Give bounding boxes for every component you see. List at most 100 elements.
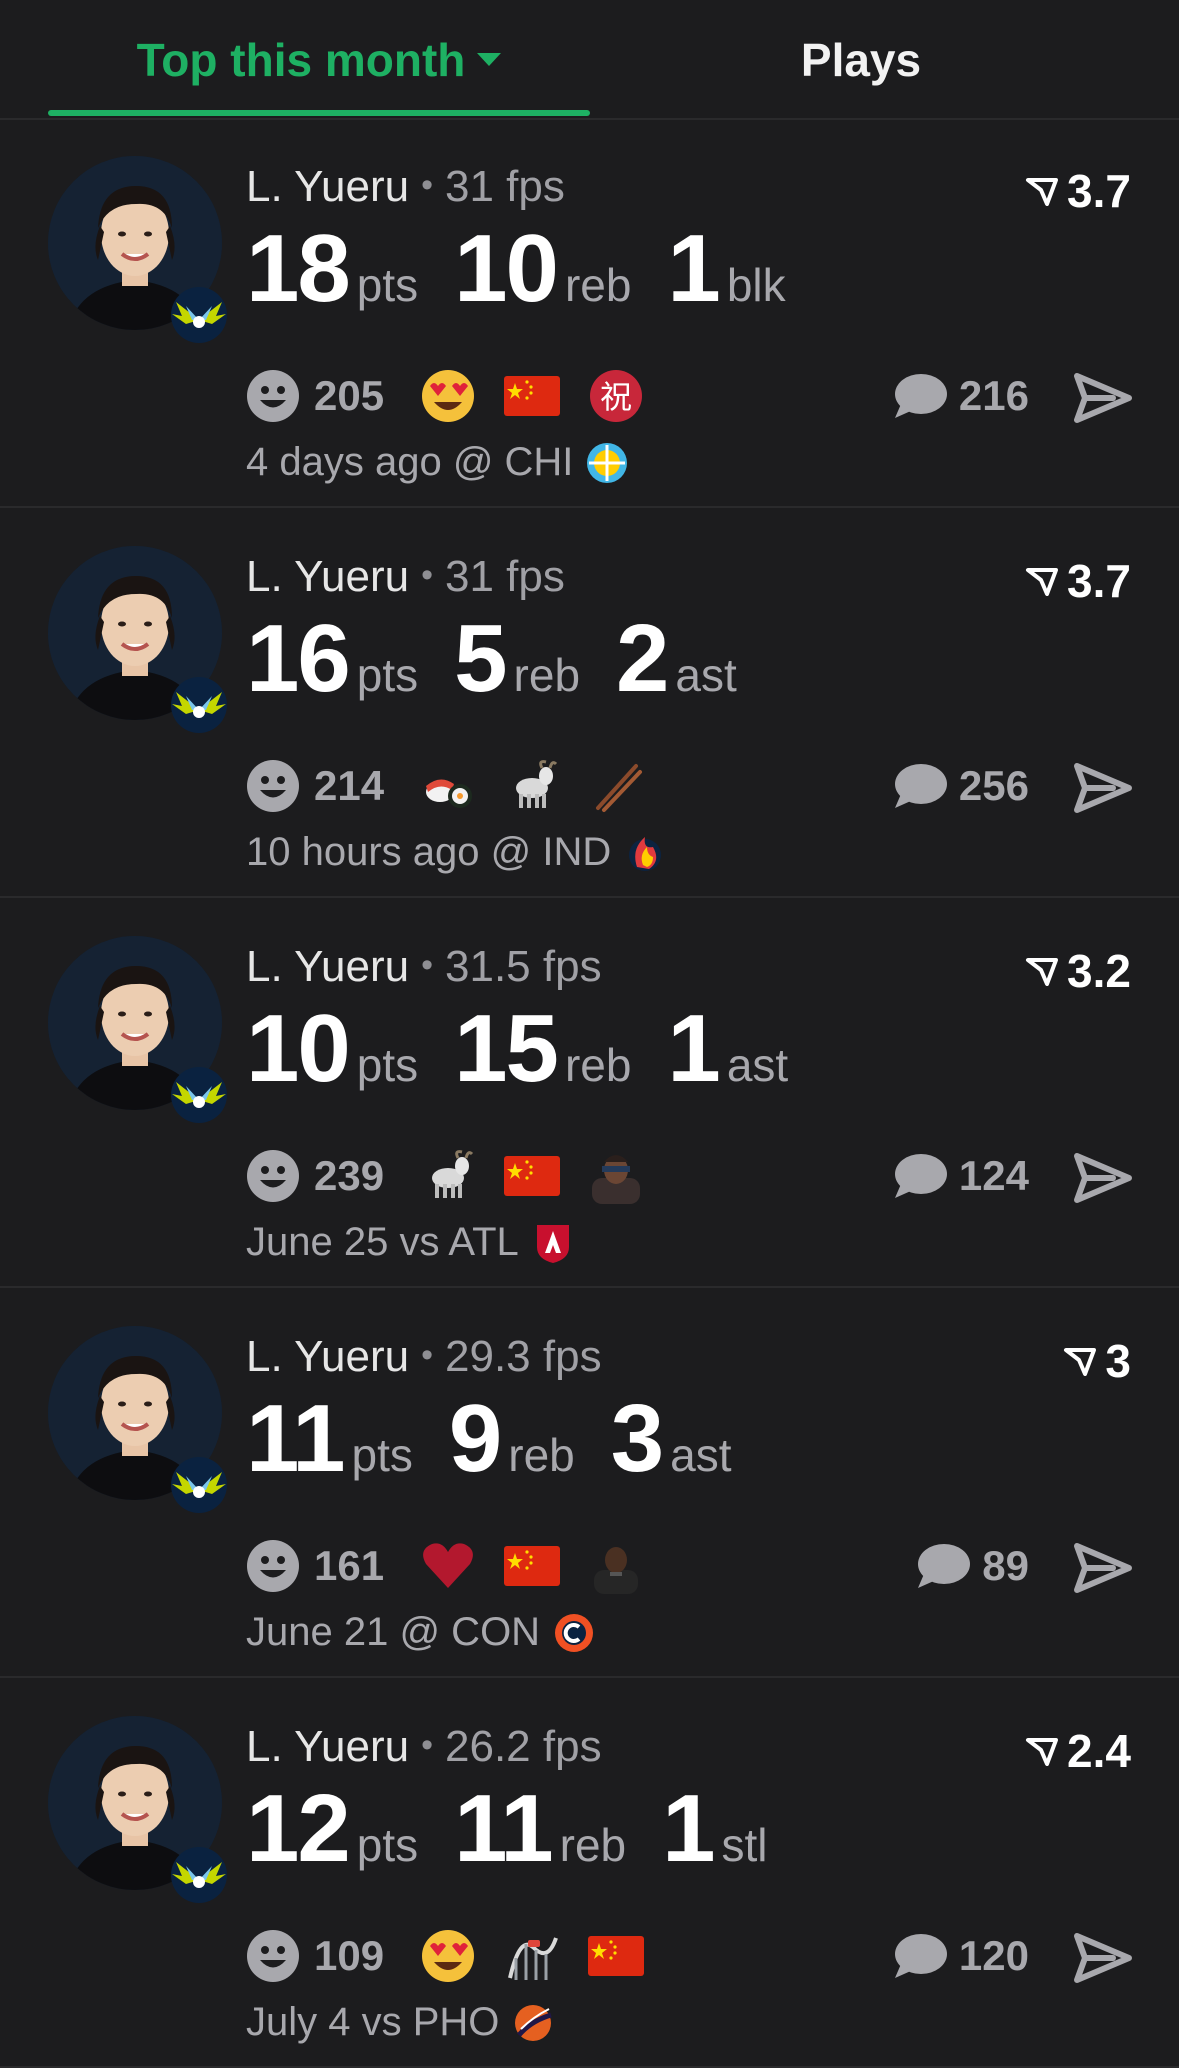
- player-headline: L. Yueru • 31 fps: [246, 552, 565, 602]
- game-meta[interactable]: June 25 vs ATL: [246, 1220, 575, 1265]
- goat-emoji[interactable]: [504, 758, 560, 814]
- tab-plays[interactable]: Plays: [590, 0, 1132, 118]
- wings-team-badge-icon: [171, 287, 227, 343]
- reactions-row: 239: [246, 1148, 672, 1204]
- rating-value: 3.7: [1067, 555, 1131, 607]
- add-reaction-icon[interactable]: [246, 759, 300, 813]
- goat-emoji[interactable]: [420, 1148, 476, 1204]
- china-flag-emoji[interactable]: [504, 1148, 561, 1204]
- wings-team-badge-icon: [171, 1457, 227, 1513]
- stat-value: 10: [454, 215, 559, 322]
- fantasy-points: 29.3 fps: [445, 1332, 602, 1381]
- player-name[interactable]: L. Yueru: [246, 1722, 409, 1771]
- player-headline: L. Yueru • 31 fps: [246, 162, 565, 212]
- separator-dot: •: [421, 556, 434, 594]
- player-name[interactable]: L. Yueru: [246, 942, 409, 991]
- ind-fever-logo-icon: [623, 831, 667, 875]
- china-flag-emoji[interactable]: [588, 1928, 645, 1984]
- comments-button[interactable]: 120: [891, 1928, 1029, 1984]
- play-card[interactable]: L. Yueru • 31.5 fps 3.2 10 pts 15 reb 1 ast 239: [0, 900, 1179, 1288]
- add-reaction-icon[interactable]: [246, 1539, 300, 1593]
- share-send-icon[interactable]: [1073, 1930, 1133, 1986]
- reaction-count[interactable]: 109: [314, 1932, 384, 1980]
- fantasy-points: 26.2 fps: [445, 1722, 602, 1771]
- share-send-icon[interactable]: [1073, 1150, 1133, 1206]
- player-name[interactable]: L. Yueru: [246, 162, 409, 211]
- reactions-row: 205 祝: [246, 368, 672, 424]
- reaction-emojis: [420, 758, 672, 814]
- stat-value: 1: [667, 995, 720, 1102]
- person-emoji[interactable]: [588, 1538, 644, 1594]
- rating-value: 3.7: [1067, 165, 1131, 217]
- atl-dream-logo-icon: [531, 1221, 575, 1265]
- rating[interactable]: 3.7: [1025, 554, 1131, 608]
- rating[interactable]: 3.7: [1025, 164, 1131, 218]
- person-blindfold-emoji[interactable]: [588, 1148, 644, 1204]
- game-meta[interactable]: July 4 vs PHO: [246, 2000, 555, 2045]
- heart-eyes-emoji[interactable]: [420, 368, 476, 424]
- active-tab-indicator: [48, 110, 590, 116]
- comment-count: 256: [958, 762, 1029, 809]
- con-sun-logo-icon: [552, 1611, 596, 1655]
- separator-dot: •: [421, 1336, 434, 1374]
- comments-button[interactable]: 256: [891, 758, 1029, 814]
- add-reaction-icon[interactable]: [246, 1929, 300, 1983]
- share-send-icon[interactable]: [1073, 370, 1133, 426]
- rating-value: 3.2: [1067, 945, 1131, 997]
- stat-label: ast: [726, 1039, 789, 1091]
- tab-top-label: Top this month: [136, 34, 466, 86]
- comment-bubble-icon: [894, 1934, 947, 1978]
- reactions-row: 214: [246, 758, 672, 814]
- share-send-icon[interactable]: [1073, 1540, 1133, 1596]
- reaction-count[interactable]: 205: [314, 372, 384, 420]
- rating-icon: [1026, 1738, 1059, 1766]
- stat-label: ast: [675, 649, 737, 701]
- rating[interactable]: 3: [1063, 1334, 1131, 1388]
- game-meta[interactable]: 10 hours ago @ IND: [246, 830, 667, 875]
- game-meta[interactable]: June 21 @ CON: [246, 1610, 596, 1655]
- play-card[interactable]: L. Yueru • 31 fps 3.7 16 pts 5 reb 2 ast 214: [0, 510, 1179, 898]
- player-name[interactable]: L. Yueru: [246, 1332, 409, 1381]
- comments-button[interactable]: 124: [891, 1148, 1029, 1204]
- roller-coaster-emoji[interactable]: [504, 1928, 560, 1984]
- stat-line: 12 pts 11 reb 1 stl: [246, 1774, 804, 1884]
- pho-mercury-logo-icon: [511, 2001, 555, 2045]
- fantasy-points: 31 fps: [445, 162, 565, 211]
- comment-bubble-icon: [918, 1544, 971, 1588]
- rating-icon: [1026, 958, 1059, 986]
- chopsticks-emoji[interactable]: [588, 758, 644, 814]
- stat-value: 18: [246, 215, 351, 322]
- play-card[interactable]: L. Yueru • 31 fps 3.7 18 pts 10 reb 1 blk 205 祝: [0, 120, 1179, 508]
- wings-team-badge-icon: [171, 677, 227, 733]
- game-meta[interactable]: 4 days ago @ CHI: [246, 440, 629, 485]
- game-date-opponent: July 4 vs PHO: [246, 2000, 500, 2044]
- stat-line: 16 pts 5 reb 2 ast: [246, 604, 773, 714]
- player-name[interactable]: L. Yueru: [246, 552, 409, 601]
- reaction-count[interactable]: 214: [314, 762, 384, 810]
- heart-eyes-emoji[interactable]: [420, 1928, 476, 1984]
- rating[interactable]: 2.4: [1025, 1724, 1131, 1778]
- reaction-count[interactable]: 161: [314, 1542, 384, 1590]
- stat-label: pts: [356, 259, 419, 311]
- red-heart-emoji[interactable]: [420, 1538, 476, 1594]
- stat-value: 3: [610, 1385, 664, 1492]
- china-flag-emoji[interactable]: [504, 1538, 561, 1594]
- reaction-count[interactable]: 239: [314, 1152, 384, 1200]
- play-card[interactable]: L. Yueru • 26.2 fps 2.4 12 pts 11 reb 1 stl 109: [0, 1680, 1179, 2068]
- rating[interactable]: 3.2: [1025, 944, 1131, 998]
- share-send-icon[interactable]: [1073, 760, 1133, 816]
- rating-icon: [1026, 178, 1059, 206]
- sushi-emoji[interactable]: [420, 758, 476, 814]
- tab-top-this-month[interactable]: Top this month: [48, 0, 590, 118]
- china-flag-emoji[interactable]: [504, 368, 561, 424]
- play-card[interactable]: L. Yueru • 29.3 fps 3 11 pts 9 reb 3 ast 161: [0, 1290, 1179, 1678]
- player-headline: L. Yueru • 31.5 fps: [246, 942, 602, 992]
- stat-value: 12: [246, 1775, 351, 1882]
- add-reaction-icon[interactable]: [246, 1149, 300, 1203]
- stat-label: reb: [564, 259, 632, 311]
- wings-team-badge-icon: [171, 1847, 227, 1903]
- comments-button[interactable]: 89: [914, 1538, 1029, 1594]
- comments-button[interactable]: 216: [891, 368, 1029, 424]
- add-reaction-icon[interactable]: [246, 369, 300, 423]
- congrats-kanji-emoji[interactable]: 祝: [588, 368, 644, 424]
